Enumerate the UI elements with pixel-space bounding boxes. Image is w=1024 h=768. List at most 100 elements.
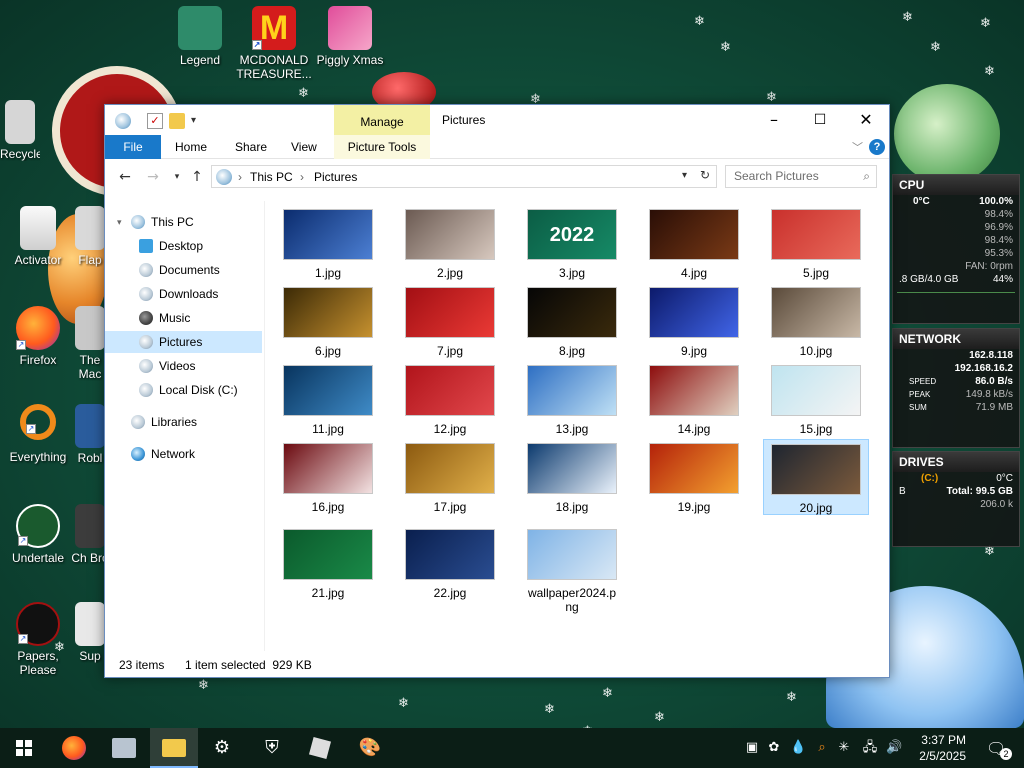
taskbar-firefox[interactable] [50,728,98,768]
desktop-icon-undertale[interactable]: ↗ Undertale [0,504,76,565]
file-item[interactable]: 10.jpg [763,283,869,358]
tray-drop-icon[interactable]: 💧 [790,740,806,756]
customize-quick-access-icon[interactable]: ▾ [191,113,207,129]
notification-center-button[interactable]: 🗨 2 [976,728,1024,768]
tray-app-icon[interactable]: ✿ [766,740,782,756]
network-ip-local: 192.168.16.2 [954,363,1013,374]
back-arrow-icon[interactable]: ← [115,167,135,187]
flap-icon [75,206,105,250]
nav-desktop[interactable]: Desktop [105,235,262,257]
taskbar-settings[interactable]: ⚙ [198,728,246,768]
taskbar-file-explorer[interactable] [150,728,198,768]
file-explorer-window[interactable]: ✓ ▾ Manage Pictures – ☐ ✕ File Home Shar… [104,104,890,678]
nav-libraries[interactable]: Libraries [105,411,262,433]
pictures-icon [139,335,153,349]
recent-locations-chevron-icon[interactable]: ▾ [167,167,187,187]
file-item[interactable]: 4.jpg [641,205,747,280]
drive-rate-row: 206.0 k [893,498,1019,511]
refresh-icon[interactable]: ↻ [700,168,710,182]
file-item[interactable]: 16.jpg [275,439,381,514]
file-item[interactable]: 9.jpg [641,283,747,358]
taskbar-paint[interactable]: 🎨 [346,728,394,768]
papers-please-icon: ↗ [16,602,60,646]
volume-icon[interactable]: 🔊 [886,740,902,756]
close-button[interactable]: ✕ [843,105,889,135]
activator-icon [20,206,56,250]
nav-label: Videos [159,359,196,373]
file-item[interactable]: 21.jpg [275,525,381,600]
tray-search-icon[interactable]: ⌕ [814,740,830,756]
desktop-icon-papers-please[interactable]: ↗ Papers, Please [0,602,76,677]
image-thumbnail [405,287,495,338]
start-button[interactable] [0,728,48,768]
desktop-icon-piggly-xmas[interactable]: Piggly Xmas [312,6,388,67]
title-bar[interactable]: ✓ ▾ Manage Pictures – ☐ ✕ [105,105,889,135]
minimize-button[interactable]: – [751,105,797,135]
taskbar-roblox[interactable] [296,728,344,768]
nav-this-pc[interactable]: ▾ This PC [105,211,262,233]
breadcrumb-this-pc[interactable]: This PC [250,170,293,184]
taskbar-security[interactable]: ⛨ [248,728,296,768]
desktop-icon-activator[interactable]: Activator [0,206,76,267]
file-item[interactable]: 6.jpg [275,283,381,358]
forward-arrow-icon[interactable]: → [143,167,163,187]
tab-home[interactable]: Home [163,135,219,159]
file-item[interactable]: 22.jpg [397,525,503,600]
nav-local-disk[interactable]: Local Disk (C:) [105,379,262,401]
expand-ribbon-chevron-icon[interactable]: ﹀ [852,139,863,155]
help-icon[interactable]: ? [869,139,885,155]
file-item[interactable]: wallpaper2024.png [519,525,625,614]
nav-pictures[interactable]: Pictures [105,331,262,353]
nav-music[interactable]: Music [105,307,262,329]
taskbar-control-panel[interactable] [100,728,148,768]
nav-videos[interactable]: Videos [105,355,262,377]
desktop-icon-recycle-bin[interactable]: Recycle Bin [0,100,40,161]
desktop-icon-mcdonald-treasure[interactable]: M ↗ MCDONALD TREASURE... [236,6,312,81]
downloads-icon [139,287,153,301]
tab-share[interactable]: Share [223,135,279,159]
collapse-chevron-icon[interactable]: ▾ [117,211,122,233]
file-item[interactable]: 14.jpg [641,361,747,436]
file-item[interactable]: 8.jpg [519,283,625,358]
new-folder-quick-icon[interactable] [169,113,185,129]
file-item[interactable]: 2022 3.jpg [519,205,625,280]
tab-picture-tools[interactable]: Picture Tools [334,135,430,159]
tab-view[interactable]: View [279,135,329,159]
address-bar[interactable]: › This PC › Pictures ▾ ↻ [211,165,717,188]
search-input[interactable]: Search Pictures ⌕ [725,165,877,188]
cpu-temp: 0°C [913,196,930,207]
maximize-button[interactable]: ☐ [797,105,843,135]
file-item[interactable]: 11.jpg [275,361,381,436]
file-item[interactable]: 18.jpg [519,439,625,514]
file-item[interactable]: 2.jpg [397,205,503,280]
up-arrow-icon[interactable]: ↑ [187,167,207,187]
address-dropdown-chevron-icon[interactable]: ▾ [682,170,687,181]
breadcrumb-pictures[interactable]: Pictures [314,170,357,184]
file-name: 7.jpg [436,344,464,358]
desktop-icon-everything[interactable]: ↗ Everything [0,404,76,464]
desktop-icon-firefox[interactable]: ↗ Firefox [0,306,76,367]
file-item[interactable]: 5.jpg [763,205,869,280]
tray-sparkle-icon[interactable]: ✳ [836,740,852,756]
taskbar-clock[interactable]: 3:37 PM 2/5/2025 [910,732,966,764]
manage-contextual-tab[interactable]: Manage [334,105,430,135]
file-item[interactable]: 15.jpg [763,361,869,436]
file-item[interactable]: 20.jpg [763,439,869,515]
file-item[interactable]: 12.jpg [397,361,503,436]
file-item[interactable]: 7.jpg [397,283,503,358]
tray-app-icon[interactable]: ▣ [744,740,760,756]
network-status-icon[interactable]: 🖧 [862,740,878,756]
file-item[interactable]: 1.jpg [275,205,381,280]
file-item[interactable]: 19.jpg [641,439,747,514]
image-thumbnail [405,209,495,260]
tab-file[interactable]: File [105,135,161,159]
properties-quick-icon[interactable]: ✓ [147,113,163,129]
ornament-green [894,84,1000,184]
nav-downloads[interactable]: Downloads [105,283,262,305]
nav-network[interactable]: Network [105,443,262,465]
image-thumbnail [527,529,617,580]
file-item[interactable]: 17.jpg [397,439,503,514]
desktop-icon-legend[interactable]: Legend [162,6,238,67]
file-item[interactable]: 13.jpg [519,361,625,436]
nav-documents[interactable]: Documents [105,259,262,281]
